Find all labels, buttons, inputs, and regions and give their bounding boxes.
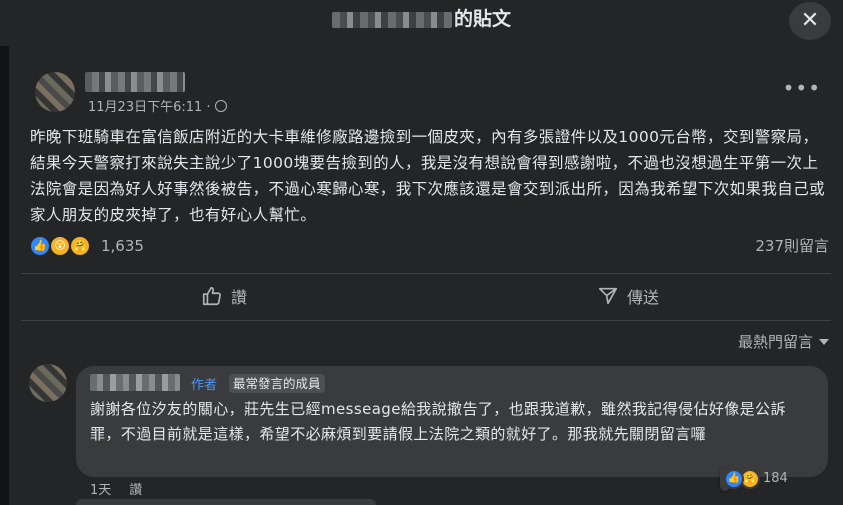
comment-like-button[interactable]: 讚 <box>129 483 142 498</box>
care-icon: 🤗 <box>69 235 91 257</box>
divider <box>21 273 831 274</box>
like-icon: 👍 <box>29 235 51 257</box>
globe-icon <box>214 100 227 112</box>
sort-label: 最熱門留言 <box>737 333 813 351</box>
comment-text: 謝謝各位汐友的關心，莊先生已經messeage給我說撤告了，也跟我道歉，雖然我記… <box>90 400 786 443</box>
close-button[interactable]: ✕ <box>789 2 831 40</box>
like-icon: 👍 <box>724 469 744 489</box>
like-button[interactable]: 讚 <box>201 284 247 310</box>
thumbs-up-icon <box>202 286 221 306</box>
title-suffix: 的貼文 <box>453 8 511 30</box>
next-comment-bubble <box>76 499 376 505</box>
comment-count[interactable]: 237則留言 <box>755 235 829 256</box>
post-author-avatar[interactable] <box>35 72 75 112</box>
post-author-name[interactable] <box>85 72 185 92</box>
comment-time[interactable]: 1天 <box>90 483 111 498</box>
more-options-button[interactable]: ••• <box>783 76 821 100</box>
close-icon: ✕ <box>800 8 820 33</box>
blurred-author-name <box>331 11 452 28</box>
comment-bubble: 作者 最常發言的成員 謝謝各位汐友的關心，莊先生已經messeage給我說撤告了… <box>76 366 828 477</box>
send-button[interactable]: 傳送 <box>597 284 659 310</box>
author-tag: 作者 <box>191 378 218 393</box>
wow-icon: 😮 <box>49 235 71 257</box>
comment-reaction-count: 184 <box>763 471 788 486</box>
timestamp-text: 11月23日下午6:11 · <box>88 100 211 115</box>
more-icon: ••• <box>782 76 821 100</box>
dialog-title: 的貼文 <box>0 0 843 40</box>
comment-meta: 1天 讚 <box>90 479 160 498</box>
dialog-header: 的貼文 ✕ <box>0 0 843 47</box>
send-icon <box>598 287 618 305</box>
divider <box>21 320 831 321</box>
post-timestamp[interactable]: 11月23日下午6:11 · <box>88 96 227 115</box>
post-card: 11月23日下午6:11 · ••• 昨晚下班騎車在富信飯店附近的大卡車維修廠路… <box>9 46 843 505</box>
caret-down-icon <box>819 339 829 345</box>
like-label: 讚 <box>231 288 248 307</box>
member-badge[interactable]: 最常發言的成員 <box>229 374 325 393</box>
reaction-count: 1,635 <box>101 237 144 255</box>
comment-reactions[interactable]: 👍 🤗 184 <box>720 467 788 491</box>
comment-author-name[interactable] <box>90 374 180 391</box>
backdrop-strip <box>0 46 9 505</box>
comment-sort-dropdown[interactable]: 最熱門留言 <box>738 331 829 352</box>
comment-author-avatar[interactable] <box>29 364 67 402</box>
send-label: 傳送 <box>627 288 660 307</box>
post-body: 昨晚下班騎車在富信飯店附近的大卡車維修廠路邊撿到一個皮夾，內有多張證件以及100… <box>30 128 826 224</box>
